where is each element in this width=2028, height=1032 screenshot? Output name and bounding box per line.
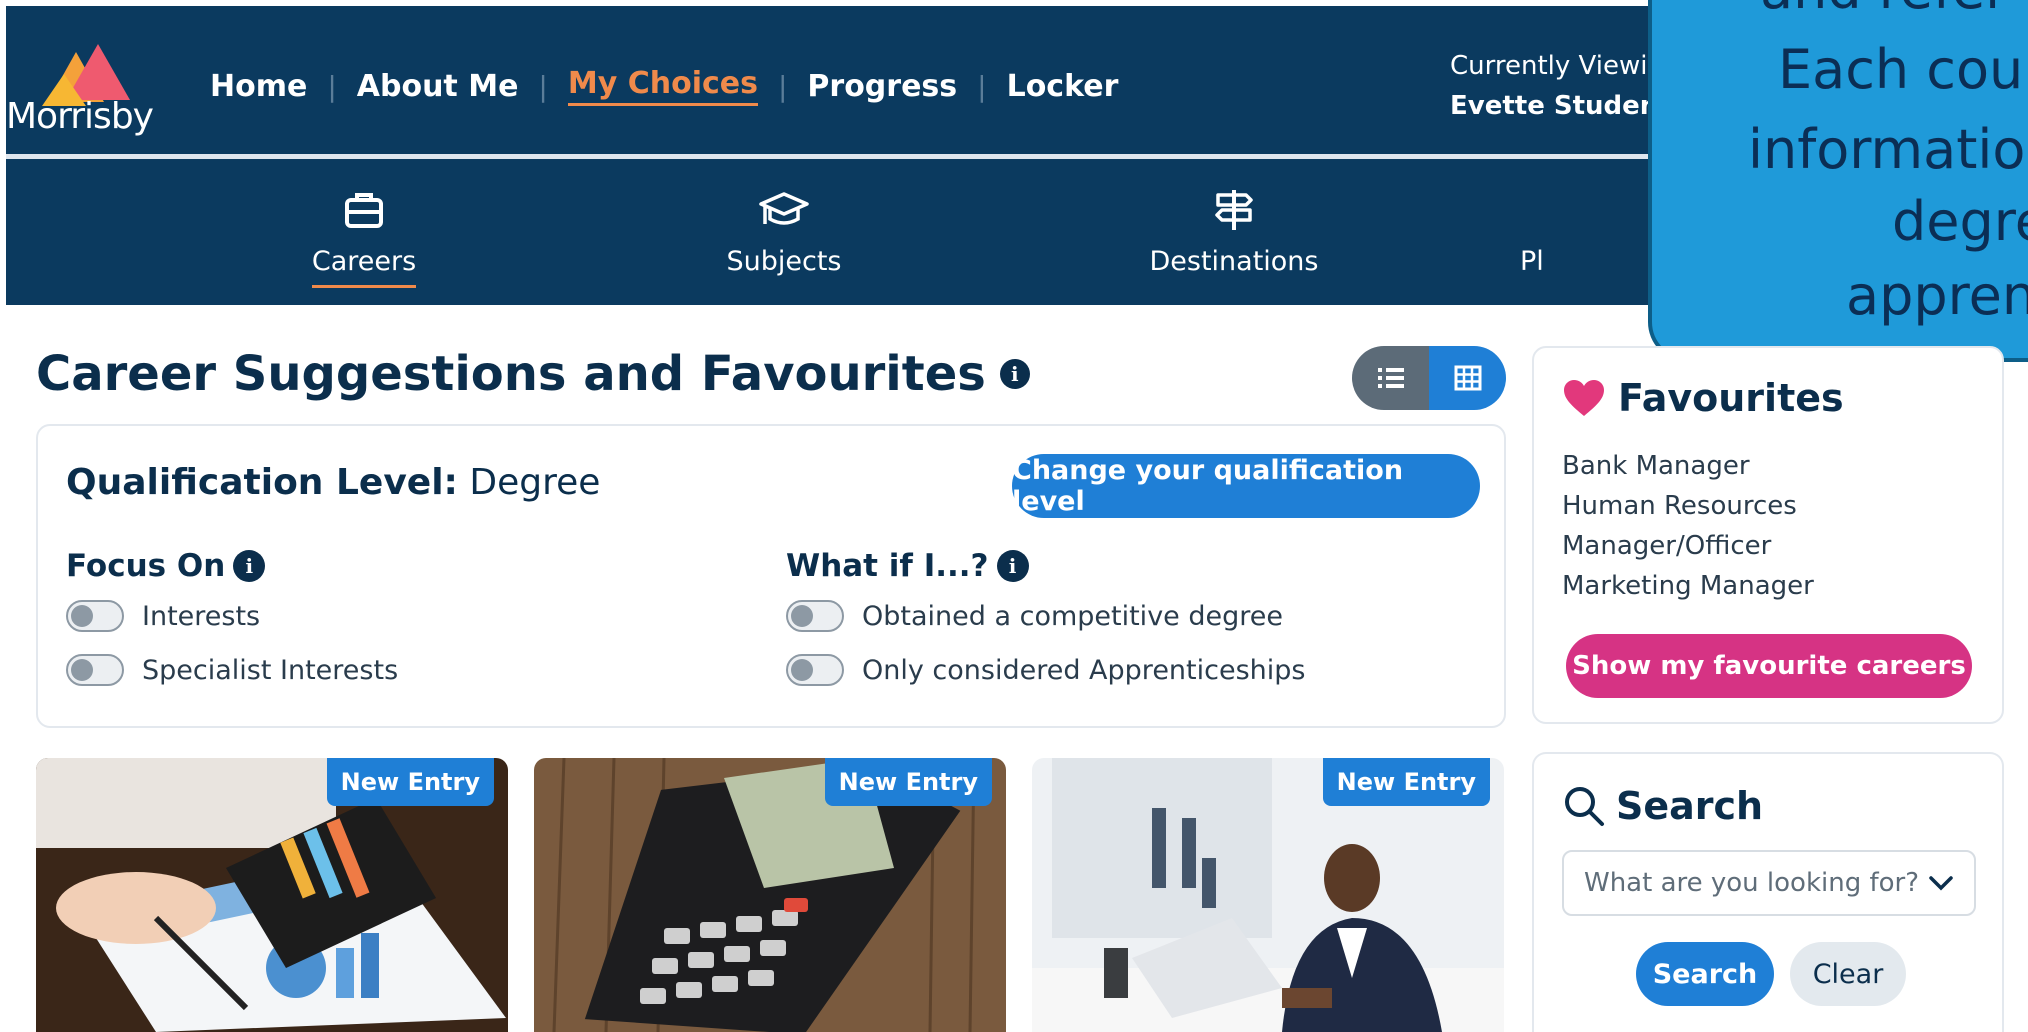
- currently-viewing[interactable]: Currently Viewi Evette Student: [1450, 46, 1671, 126]
- grid-view-button[interactable]: [1429, 346, 1506, 410]
- apprenticeships-switch[interactable]: [786, 654, 844, 686]
- change-qualification-button[interactable]: Change your qualification level: [1012, 454, 1480, 518]
- qualification-level-label: Qualification Level:: [66, 462, 458, 503]
- tooltip-line: informatio: [1748, 118, 2026, 181]
- favourites-list: Bank Manager Human Resources Manager/Off…: [1562, 446, 1982, 606]
- nav-my-choices[interactable]: My Choices: [567, 66, 758, 106]
- nav-divider: |: [777, 69, 788, 103]
- tooltip-line: apprent: [1846, 264, 2028, 327]
- toggle-label: Specialist Interests: [142, 654, 399, 686]
- list-view-button[interactable]: [1352, 346, 1429, 410]
- nav-divider: |: [538, 69, 548, 103]
- search-card: Search What are you looking for? Search …: [1532, 752, 2004, 1032]
- list-icon: [1377, 368, 1404, 388]
- favourite-item[interactable]: Human Resources: [1562, 486, 1982, 526]
- main-nav: Home | About Me | My Choices | Progress …: [210, 62, 1118, 110]
- favourites-title: Favourites: [1618, 376, 1844, 420]
- qualification-card: Qualification Level: Degree Change your …: [36, 424, 1506, 728]
- chevron-down-icon[interactable]: [1928, 874, 1954, 892]
- page: Morrisby Home | About Me | My Choices | …: [0, 0, 2028, 1032]
- tooltip-line: degre: [1892, 190, 2028, 253]
- tooltip-line: and refer b: [1760, 0, 2028, 29]
- nav-divider: |: [977, 69, 987, 103]
- favourite-item[interactable]: Marketing Manager: [1562, 566, 1982, 606]
- subnav-careers[interactable]: Careers: [244, 184, 484, 288]
- favourite-item[interactable]: Manager/Officer: [1562, 526, 1982, 566]
- subnav-destinations-label: Destinations: [1149, 246, 1319, 277]
- what-if-heading: What if I...? i: [786, 548, 1029, 584]
- morrisby-logo[interactable]: Morrisby: [6, 34, 176, 137]
- specialist-interests-switch[interactable]: [66, 654, 124, 686]
- page-title-text: Career Suggestions and Favourites: [36, 346, 986, 402]
- favourite-item[interactable]: Bank Manager: [1562, 446, 1982, 486]
- tooltip-bubble: and refer b Each cour informatio degre a…: [1648, 0, 2028, 362]
- nav-home[interactable]: Home: [210, 69, 307, 104]
- logo-text: Morrisby: [6, 96, 154, 137]
- toggle-interests: Interests: [66, 600, 260, 632]
- search-title: Search: [1616, 784, 1764, 828]
- heart-icon: [1564, 380, 1604, 416]
- view-toggle: [1352, 346, 1506, 410]
- competitive-degree-switch[interactable]: [786, 600, 844, 632]
- graduation-cap-icon: [664, 184, 904, 236]
- interests-switch[interactable]: [66, 600, 124, 632]
- search-input[interactable]: What are you looking for?: [1562, 850, 1976, 916]
- subnav-partial-label: Pl: [1520, 246, 1544, 277]
- briefcase-icon: [244, 184, 484, 236]
- favourites-heading: Favourites: [1562, 376, 1844, 420]
- subnav-destinations[interactable]: Destinations: [1114, 184, 1354, 285]
- search-button[interactable]: Search: [1636, 942, 1774, 1006]
- career-card[interactable]: New Entry: [534, 758, 1006, 1032]
- subnav-partial-item[interactable]: Pl: [1520, 184, 1650, 285]
- info-icon[interactable]: i: [999, 359, 1030, 389]
- career-card[interactable]: New Entry: [1032, 758, 1504, 1032]
- qualification-level-value: Degree: [469, 462, 601, 503]
- nav-locker[interactable]: Locker: [1007, 69, 1119, 104]
- new-entry-badge: New Entry: [326, 758, 494, 806]
- subnav-subjects[interactable]: Subjects: [664, 184, 904, 285]
- what-if-title: What if I...?: [786, 548, 989, 584]
- favourites-card: Favourites Bank Manager Human Resources …: [1532, 346, 2004, 724]
- new-entry-badge: New Entry: [1322, 758, 1490, 806]
- grid-icon: [1454, 365, 1481, 391]
- focus-on-heading: Focus On i: [66, 548, 266, 584]
- search-placeholder: What are you looking for?: [1584, 868, 1920, 898]
- currently-viewing-label: Currently Viewi: [1450, 51, 1648, 81]
- nav-about-me[interactable]: About Me: [357, 69, 519, 104]
- nav-progress[interactable]: Progress: [807, 69, 957, 104]
- toggle-apprenticeships: Only considered Apprenticeships: [786, 654, 1305, 686]
- show-favourite-careers-button[interactable]: Show my favourite careers: [1566, 634, 1972, 698]
- toggle-specialist-interests: Specialist Interests: [66, 654, 398, 686]
- subnav-careers-label: Careers: [311, 246, 417, 288]
- signpost-icon: [1114, 184, 1354, 236]
- currently-viewing-name: Evette Student: [1450, 91, 1671, 121]
- career-card[interactable]: New Entry: [36, 758, 508, 1032]
- focus-on-title: Focus On: [66, 548, 226, 584]
- toggle-label: Only considered Apprenticeships: [862, 654, 1306, 686]
- tooltip-line: Each cour: [1778, 38, 2028, 101]
- page-title: Career Suggestions and Favourites i: [36, 346, 1030, 402]
- search-icon: [1565, 787, 1604, 826]
- toggle-competitive-degree: Obtained a competitive degree: [786, 600, 1283, 632]
- clear-button[interactable]: Clear: [1790, 942, 1906, 1006]
- info-icon[interactable]: i: [233, 550, 266, 582]
- new-entry-badge: New Entry: [824, 758, 992, 806]
- subnav-subjects-label: Subjects: [726, 246, 842, 277]
- qualification-level: Qualification Level: Degree: [66, 462, 600, 503]
- search-heading: Search: [1562, 784, 1763, 828]
- toggle-label: Interests: [142, 600, 261, 632]
- toggle-label: Obtained a competitive degree: [862, 600, 1283, 632]
- nav-divider: |: [327, 69, 337, 103]
- info-icon[interactable]: i: [996, 550, 1029, 582]
